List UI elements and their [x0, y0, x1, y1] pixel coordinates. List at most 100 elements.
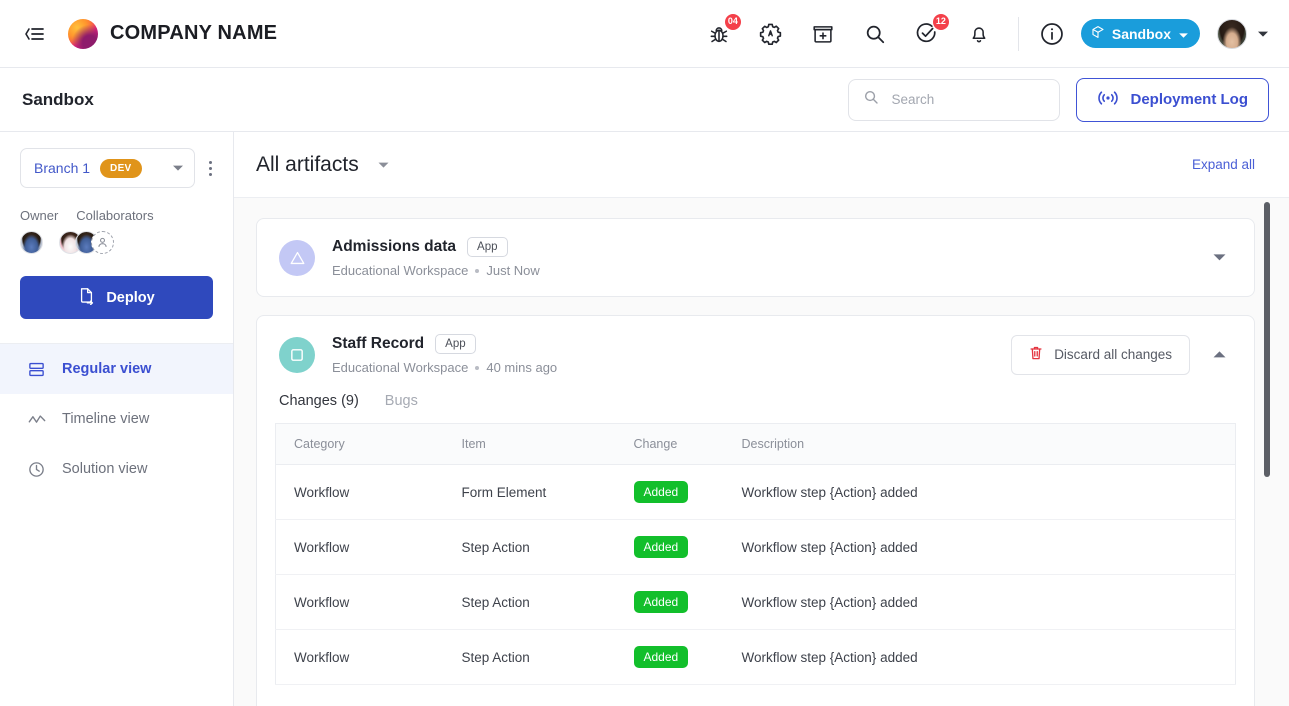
info-circle-icon[interactable] — [1039, 21, 1065, 47]
deployment-log-button[interactable]: Deployment Log — [1076, 77, 1269, 122]
discard-label: Discard all changes — [1054, 347, 1172, 362]
timeline-view-icon — [28, 412, 46, 427]
cell-change: Added — [615, 464, 724, 520]
sidebar-item-solution-view[interactable]: Solution view — [0, 444, 233, 494]
cell-category: Workflow — [275, 519, 444, 575]
scrollbar-thumb[interactable] — [1264, 202, 1270, 477]
deploy-button[interactable]: Deploy — [20, 276, 213, 319]
cell-change: Added — [615, 629, 724, 685]
cell-category: Workflow — [275, 629, 444, 685]
column-header-description: Description — [723, 423, 1236, 465]
changes-table: Category Item Change Description Workflo… — [275, 423, 1236, 685]
tab-bugs[interactable]: Bugs — [385, 393, 418, 409]
table-header-row: Category Item Change Description — [275, 423, 1236, 465]
branch-env-badge: DEV — [100, 158, 142, 178]
artifact-timestamp: 40 mins ago — [486, 360, 558, 375]
artifacts-filter-chevron-down-icon[interactable] — [377, 156, 390, 174]
table-row[interactable]: Workflow Form Element Added Workflow ste… — [275, 464, 1236, 520]
bug-icon[interactable]: 04 — [704, 13, 741, 49]
cell-item: Form Element — [443, 464, 616, 520]
page-title: Sandbox — [22, 89, 94, 109]
top-bar: COMPANY NAME 04 12 Sandbox — [0, 0, 1289, 68]
table-row[interactable]: Workflow Step Action Added Workflow step… — [275, 629, 1236, 685]
collapse-sidebar-icon[interactable] — [18, 18, 50, 50]
artifact-workspace: Educational Workspace — [332, 360, 469, 375]
card-tabs: Changes (9) Bugs — [257, 393, 1254, 423]
trash-icon — [1029, 345, 1043, 364]
status-badge: Added — [633, 481, 689, 503]
artifact-meta: Staff Record App Educational Workspace 4… — [332, 334, 557, 375]
deploy-label: Deploy — [106, 289, 155, 306]
regular-view-icon — [28, 361, 46, 378]
scrollbar-track[interactable] — [1264, 150, 1270, 706]
add-collaborator-icon[interactable] — [91, 231, 114, 254]
broadcast-icon — [1097, 90, 1119, 110]
branch-more-options-icon[interactable] — [199, 160, 221, 176]
sandbox-chevron-down-icon — [1178, 26, 1189, 42]
user-avatar[interactable] — [1217, 18, 1247, 49]
artifact-subtitle: Educational Workspace 40 mins ago — [332, 360, 557, 375]
artifact-card-staff-record[interactable]: Staff Record App Educational Workspace 4… — [256, 315, 1255, 706]
branch-row: Branch 1 DEV — [0, 148, 233, 188]
sub-header: Sandbox Deployment Log — [0, 68, 1289, 132]
sandbox-box-icon — [1091, 25, 1105, 42]
owner-avatar[interactable] — [20, 231, 43, 254]
artifact-card-header: Staff Record App Educational Workspace 4… — [257, 316, 1254, 393]
collaborators-label: Collaborators — [76, 208, 154, 223]
search-icon[interactable] — [860, 19, 890, 49]
expand-card-chevron-down-icon[interactable] — [1202, 253, 1236, 262]
settings-gear-icon[interactable] — [756, 19, 786, 49]
square-app-icon — [279, 336, 315, 373]
artifact-subtitle: Educational Workspace Just Now — [332, 263, 540, 278]
dot-separator-icon — [475, 268, 480, 273]
deploy-file-icon — [78, 287, 95, 309]
cell-item: Step Action — [443, 629, 616, 685]
tab-changes[interactable]: Changes (9) — [279, 393, 359, 409]
branch-chevron-down-icon — [172, 159, 184, 177]
sidebar-item-timeline-view[interactable]: Timeline view — [0, 394, 233, 444]
cell-description: Workflow step {Action} added — [723, 629, 1236, 685]
marketplace-icon[interactable] — [808, 19, 838, 49]
artifact-timestamp: Just Now — [486, 263, 540, 278]
task-check-icon[interactable]: 12 — [912, 13, 949, 49]
sidebar: Branch 1 DEV Owner Collaborators Deploy … — [0, 132, 234, 706]
search-box[interactable] — [848, 78, 1061, 121]
cell-description: Workflow step {Action} added — [723, 574, 1236, 630]
people-section: Owner Collaborators — [0, 188, 233, 254]
sidebar-item-label: Regular view — [62, 361, 152, 377]
bug-count-badge: 04 — [724, 13, 741, 30]
topbar-icon-row: 04 12 — [704, 13, 994, 49]
deployment-log-label: Deployment Log — [1130, 91, 1248, 108]
view-all-row: View all — [257, 685, 1254, 706]
cell-item: Step Action — [443, 519, 616, 575]
artifacts-scroll-area: Admissions data App Educational Workspac… — [234, 198, 1289, 706]
artifact-type-badge: App — [467, 237, 508, 257]
collapse-card-chevron-up-icon[interactable] — [1202, 350, 1236, 359]
status-badge: Added — [633, 536, 689, 558]
branch-selector[interactable]: Branch 1 DEV — [20, 148, 195, 188]
notification-bell-icon[interactable] — [964, 19, 994, 49]
topbar-divider — [1017, 16, 1019, 51]
sandbox-environment-selector[interactable]: Sandbox — [1080, 19, 1200, 48]
table-row[interactable]: Workflow Step Action Added Workflow step… — [275, 519, 1236, 575]
collaborator-avatars — [59, 231, 114, 254]
discard-all-changes-button[interactable]: Discard all changes — [1011, 334, 1190, 375]
sidebar-item-regular-view[interactable]: Regular view — [0, 344, 233, 394]
cell-change: Added — [615, 574, 724, 630]
cell-category: Workflow — [275, 464, 444, 520]
user-menu-chevron-down-icon[interactable] — [1257, 25, 1269, 43]
expand-all-link[interactable]: Expand all — [1192, 157, 1255, 172]
artifact-type-badge: App — [435, 334, 476, 354]
search-icon — [863, 89, 879, 110]
owner-label: Owner — [20, 208, 59, 223]
branch-label: Branch 1 — [34, 160, 91, 176]
artifact-workspace: Educational Workspace — [332, 263, 469, 278]
artifact-card-header: Admissions data App Educational Workspac… — [257, 219, 1254, 296]
artifacts-title: All artifacts — [256, 152, 359, 176]
artifact-card-admissions-data[interactable]: Admissions data App Educational Workspac… — [256, 218, 1255, 297]
brand-logo[interactable]: COMPANY NAME — [68, 18, 277, 49]
search-input[interactable] — [891, 92, 1046, 107]
artifact-title: Staff Record — [332, 335, 425, 352]
table-row[interactable]: Workflow Step Action Added Workflow step… — [275, 574, 1236, 630]
artifact-title: Admissions data — [332, 238, 457, 255]
